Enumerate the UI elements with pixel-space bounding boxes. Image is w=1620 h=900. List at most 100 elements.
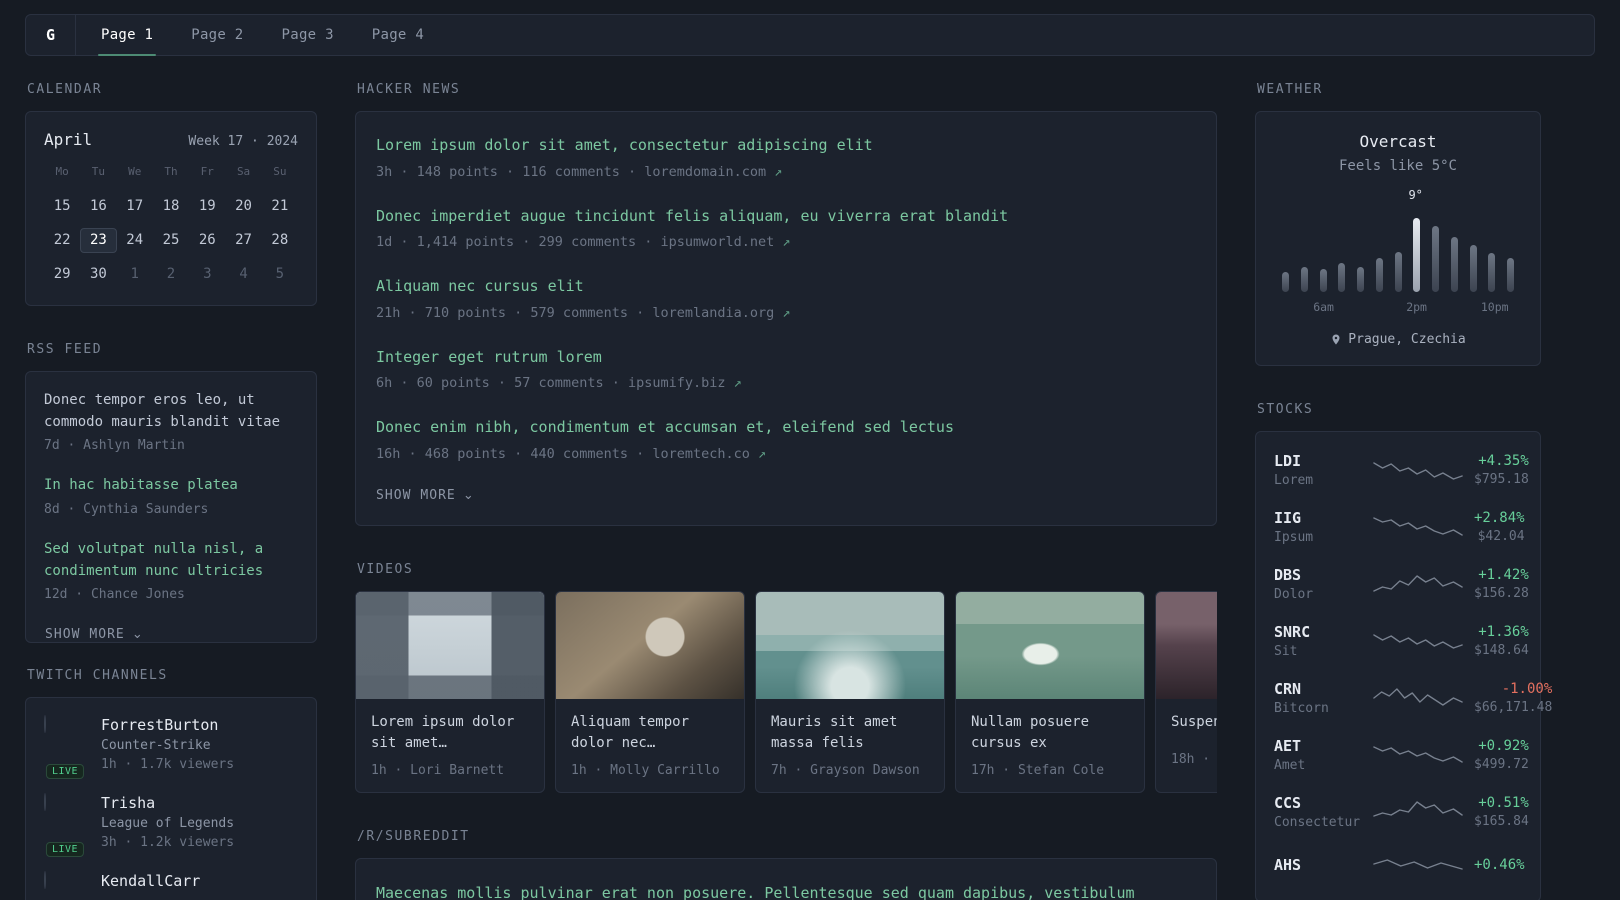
hn-item-domain[interactable]: loremdomain.com xyxy=(644,164,766,180)
hn-item-domain[interactable]: ipsumworld.net xyxy=(660,234,774,250)
stock-symbol: SNRC xyxy=(1274,623,1311,641)
twitch-channel-name: ForrestBurton xyxy=(101,716,219,735)
video-card[interactable]: Mauris sit amet massa felis 7h · Grayson… xyxy=(755,590,945,793)
rss-item[interactable]: Donec tempor eros leo, ut commodo mauris… xyxy=(44,390,298,453)
twitch-channel-category: Counter-Strike xyxy=(101,738,211,754)
twitch-channel[interactable]: KendallCarr xyxy=(44,871,298,894)
subreddit-widget: /R/SUBREDDIT Maecenas mollis pulvinar er… xyxy=(355,829,1217,900)
calendar-day: 17 xyxy=(126,198,144,214)
twitch-avatar-wrap: LIVE xyxy=(44,715,86,780)
chevron-down-icon: ⌄ xyxy=(462,487,475,503)
video-thumbnail xyxy=(556,591,744,699)
rss-item[interactable]: In hac habitasse platea 8d · Cynthia Sau… xyxy=(44,475,298,517)
weather-location-row: Prague, Czechia xyxy=(1274,332,1522,347)
calendar-day: 1 xyxy=(130,266,139,282)
video-card[interactable]: Aliquam tempor dolor nec pharetra… 1h · … xyxy=(555,590,745,793)
app-logo[interactable]: G xyxy=(26,15,76,55)
calendar-month: April xyxy=(44,130,93,149)
tab-page-1[interactable]: Page 1 xyxy=(82,15,172,56)
rss-show-more[interactable]: SHOW MORE ⌄ xyxy=(45,627,317,642)
weather-bar xyxy=(1450,236,1458,292)
calendar-day-header: Th xyxy=(164,165,178,178)
calendar-day: 28 xyxy=(271,232,289,248)
hn-item[interactable]: Aliquam nec cursus elit 21h · 710 points… xyxy=(376,275,1196,321)
stock-row[interactable]: LDI Lorem +4.35% $795.18 xyxy=(1274,452,1529,488)
stock-row[interactable]: AET Amet +0.92% $499.72 xyxy=(1274,737,1529,773)
calendar-day: 25 xyxy=(162,232,180,248)
hn-item[interactable]: Donec enim nibh, condimentum et accumsan… xyxy=(376,416,1196,462)
stock-row[interactable]: SNRC Sit +1.36% $148.64 xyxy=(1274,623,1529,659)
calendar-day-header: Tu xyxy=(91,165,106,178)
weather-bar xyxy=(1394,251,1402,292)
twitch-channel-meta: 1h · 1.7k viewers xyxy=(101,757,235,773)
stock-row[interactable]: IIG Ipsum +2.84% $42.04 xyxy=(1274,509,1525,545)
hn-item[interactable]: Donec imperdiet augue tincidunt felis al… xyxy=(376,205,1196,251)
hn-item-domain[interactable]: loremtech.co xyxy=(652,446,750,462)
hn-card: Lorem ipsum dolor sit amet, consectetur … xyxy=(355,111,1217,526)
rss-item-title: Donec tempor eros leo, ut commodo mauris… xyxy=(44,392,281,430)
stock-symbol: IIG xyxy=(1274,509,1302,527)
stock-row[interactable]: CRN Bitcorn -1.00% $66,171.48 xyxy=(1274,680,1552,716)
stock-row[interactable]: DBS Dolor +1.42% $156.28 xyxy=(1274,566,1529,602)
tab-page-3[interactable]: Page 3 xyxy=(263,15,353,55)
video-card[interactable]: Nullam posuere cursus ex 17h · Stefan Co… xyxy=(955,590,1145,793)
weather-bar xyxy=(1357,266,1364,292)
stock-symbol: AHS xyxy=(1274,855,1302,874)
rss-item-title: In hac habitasse platea xyxy=(44,477,238,494)
stock-name: Dolor xyxy=(1274,587,1314,602)
calendar-day: 21 xyxy=(271,198,289,214)
hn-item-domain[interactable]: loremlandia.org xyxy=(652,305,774,321)
calendar-day-header: Sa xyxy=(236,165,251,178)
video-meta: 1h · Lori Barnett xyxy=(371,762,505,778)
calendar-day-header: Mo xyxy=(55,165,69,178)
videos-row: Lorem ipsum dolor sit amet consectetu… 1… xyxy=(355,590,1217,793)
calendar-day: 30 xyxy=(89,266,107,282)
weather-time-2pm: 2pm xyxy=(1406,300,1427,314)
subreddit-post-title[interactable]: Maecenas mollis pulvinar erat non posuer… xyxy=(376,881,1196,900)
weather-time-labels: 6am 2pm 10pm xyxy=(1274,300,1522,318)
stock-row[interactable]: CCS Consectetur +0.51% $165.84 xyxy=(1274,794,1529,830)
video-title: Aliquam tempor dolor nec pharetra… xyxy=(571,713,690,751)
rss-card: Donec tempor eros leo, ut commodo mauris… xyxy=(25,371,317,644)
twitch-channel-category: League of Legends xyxy=(101,816,235,832)
video-meta: 18h · Tara xyxy=(1171,751,1217,767)
stock-price: $499.72 xyxy=(1474,757,1529,772)
stock-change: +2.84% xyxy=(1474,510,1525,526)
hn-item-title: Aliquam nec cursus elit xyxy=(376,277,584,295)
calendar-day: 22 xyxy=(53,232,71,248)
hn-item[interactable]: Integer eget rutrum lorem 6h · 60 points… xyxy=(376,346,1196,392)
hn-show-more[interactable]: SHOW MORE ⌄ xyxy=(376,488,1196,503)
stock-price: $148.64 xyxy=(1474,643,1529,658)
weather-bar-chart xyxy=(1280,208,1516,292)
stock-symbol: CRN xyxy=(1274,680,1302,698)
hn-item-title: Donec imperdiet augue tincidunt felis al… xyxy=(376,206,1009,225)
calendar-day: 5 xyxy=(275,266,285,282)
stock-symbol: DBS xyxy=(1274,566,1302,584)
avatar xyxy=(44,793,46,812)
calendar-section-title: CALENDAR xyxy=(27,82,103,97)
twitch-channel[interactable]: LIVE Trisha League of Legends 3h · 1.2k … xyxy=(44,793,298,858)
calendar-day: 24 xyxy=(126,232,144,248)
tab-page-2[interactable]: Page 2 xyxy=(172,15,262,55)
calendar-day: 15 xyxy=(53,198,71,214)
calendar-card: April Week 17 · 2024 Mo Tu We Th Fr Sa Su 15 16… xyxy=(25,111,317,306)
rss-item-meta: 12d · Chance Jones xyxy=(44,587,185,603)
calendar-day: 4 xyxy=(239,266,248,282)
rss-item[interactable]: Sed volutpat nulla nisl, a condimentum n… xyxy=(44,539,298,602)
hn-item-meta: 6h · 60 points · 57 comments · ipsumify.… xyxy=(376,375,742,391)
video-card[interactable]: Suspendisse diam 18h · Tara xyxy=(1155,590,1217,793)
hn-item[interactable]: Lorem ipsum dolor sit amet, consectetur … xyxy=(376,134,1196,180)
weather-bar xyxy=(1282,271,1289,292)
video-card[interactable]: Lorem ipsum dolor sit amet consectetu… 1… xyxy=(355,590,545,793)
calendar-week-year: Week 17 · 2024 xyxy=(188,134,298,149)
stocks-widget: STOCKS LDI Lorem +4.35% $795.18 IIG Ipsu… xyxy=(1255,402,1552,900)
video-title: Nullam posuere cursus ex xyxy=(971,713,1090,751)
hn-item-domain[interactable]: ipsumify.biz xyxy=(628,375,726,391)
stock-sparkline xyxy=(1373,517,1463,536)
twitch-channel[interactable]: LIVE ForrestBurton Counter-Strike 1h · 1… xyxy=(44,715,298,780)
tab-page-4[interactable]: Page 4 xyxy=(353,15,443,55)
stock-row[interactable]: AHS +0.46% xyxy=(1274,851,1525,881)
hn-list: Lorem ipsum dolor sit amet, consectetur … xyxy=(376,134,1196,462)
stock-price: $66,171.48 xyxy=(1474,700,1553,715)
stock-sparkline xyxy=(1373,688,1463,706)
